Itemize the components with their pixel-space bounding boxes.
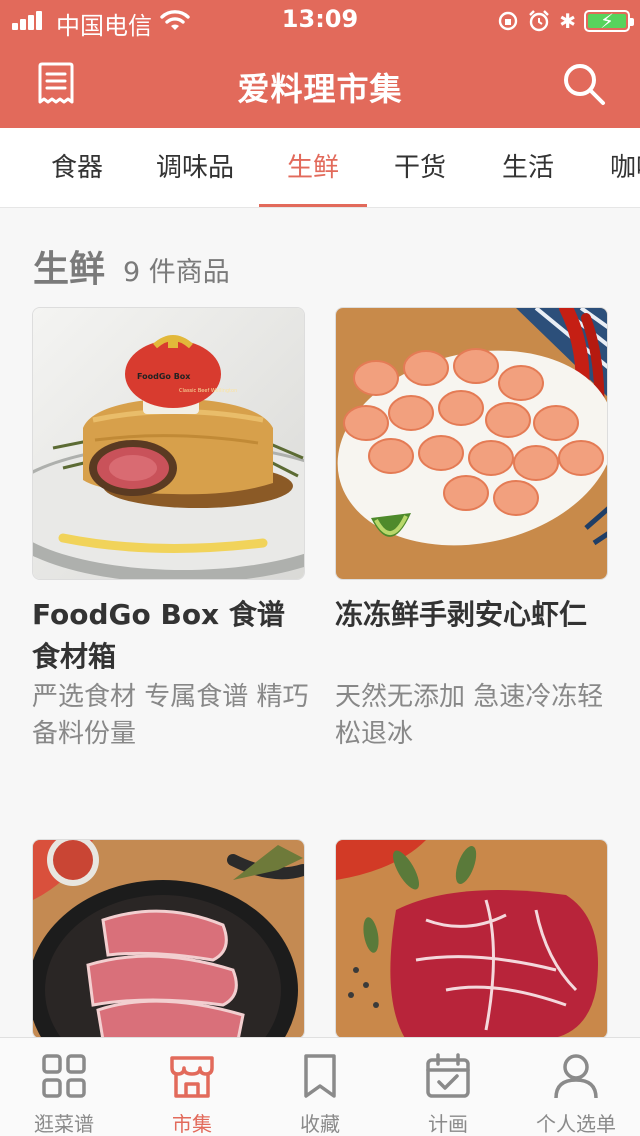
product-image-steak[interactable] — [335, 839, 608, 1039]
page-title: 爱料理市集 — [237, 70, 403, 108]
tabbar-favorites[interactable]: 收藏 — [256, 1038, 384, 1136]
calendar-icon — [426, 1053, 470, 1098]
product-image-foodgo-box[interactable]: FoodGo Box Classic Beef Wellington — [32, 307, 305, 580]
box-label: FoodGo Box — [137, 372, 191, 381]
tab-coffee[interactable]: 咖啡 — [610, 128, 640, 207]
app-header: 中国电信 13:09 ✱ ⚡ 爱料理市集 — [0, 0, 640, 128]
tabbar-label: 收藏 — [300, 1112, 340, 1136]
search-icon[interactable] — [562, 62, 606, 106]
bookmark-icon — [304, 1054, 336, 1098]
tab-tableware[interactable]: 食器 — [28, 128, 126, 207]
status-bar: 中国电信 13:09 ✱ ⚡ — [0, 0, 640, 40]
active-tab-indicator — [259, 204, 367, 207]
tab-living[interactable]: 生活 — [478, 128, 578, 207]
product-description: 严选食材 专属食谱 精巧备料份量 — [32, 682, 309, 749]
tabbar-plan[interactable]: 计画 — [384, 1038, 512, 1136]
user-icon — [554, 1054, 598, 1099]
product-title[interactable]: 冻冻鲜手剥安心虾仁 — [335, 594, 615, 636]
product-title[interactable]: FoodGo Box 食谱食材箱 — [32, 594, 312, 678]
store-icon — [170, 1056, 214, 1098]
category-tabs: 食器 调味品 生鲜 干货 生活 咖啡 — [0, 128, 640, 208]
tabbar-market[interactable]: 市集 — [128, 1038, 256, 1136]
product-description: 天然无添加 急速冷冻轻松退冰 — [335, 682, 604, 749]
bottom-tab-bar: 逛菜谱 市集 收藏 计画 个人选单 — [0, 1037, 640, 1136]
tabbar-label: 逛菜谱 — [34, 1112, 94, 1136]
tabbar-browse-recipes[interactable]: 逛菜谱 — [0, 1038, 128, 1136]
box-sublabel: Classic Beef Wellington — [179, 388, 237, 394]
battery-icon: ⚡ — [584, 9, 634, 33]
tabbar-label: 个人选单 — [536, 1112, 616, 1136]
tabbar-label: 计画 — [428, 1112, 468, 1136]
tabbar-label: 市集 — [172, 1112, 212, 1136]
alarm-icon — [529, 10, 550, 32]
tab-dry-goods[interactable]: 干货 — [370, 128, 470, 207]
tab-seasoning[interactable]: 调味品 — [140, 128, 250, 207]
section-title: 生鲜 — [33, 249, 106, 290]
rotation-lock-icon — [499, 11, 518, 31]
item-count: 9 件商品 — [123, 257, 230, 288]
bluetooth-icon: ✱ — [559, 9, 576, 33]
section-header: 生鲜 9 件商品 — [33, 240, 230, 292]
product-image-short-ribs[interactable] — [32, 839, 305, 1039]
grid-icon — [42, 1054, 86, 1098]
product-image-shrimp[interactable] — [335, 307, 608, 580]
tabbar-profile[interactable]: 个人选单 — [512, 1038, 640, 1136]
tab-fresh[interactable]: 生鲜 — [259, 128, 367, 207]
